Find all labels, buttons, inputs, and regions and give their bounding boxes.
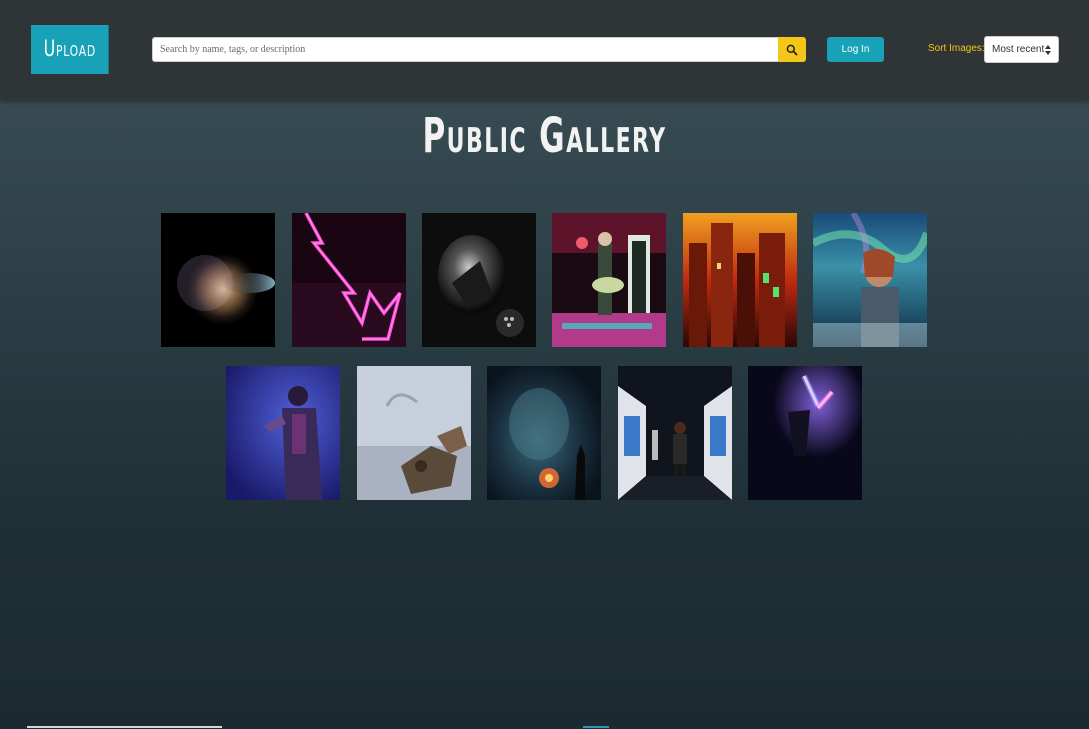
gallery-image-neon-arrow[interactable] xyxy=(292,213,406,347)
upload-button[interactable]: Upload xyxy=(31,25,109,74)
gallery-image-guitarist-stage[interactable] xyxy=(552,213,666,347)
gallery-image-red-city[interactable] xyxy=(683,213,797,347)
sort-select[interactable]: Most recent xyxy=(984,36,1059,63)
gallery-image-blue-figure[interactable] xyxy=(226,366,340,500)
scrollbar-accent xyxy=(583,726,609,728)
gallery-image-aurora-warrior[interactable] xyxy=(813,213,927,347)
sort-label: Sort Images: xyxy=(928,43,985,54)
login-button[interactable]: Log In xyxy=(827,37,884,62)
gallery-image-lightsaber[interactable] xyxy=(748,366,862,500)
sort-selected-value: Most recent xyxy=(992,44,1045,55)
search-button[interactable] xyxy=(778,37,806,62)
search-input[interactable] xyxy=(152,37,778,62)
gallery-image-foggy-robot[interactable] xyxy=(357,366,471,500)
gallery-image-hallway-figure[interactable] xyxy=(618,366,732,500)
search-bar xyxy=(152,37,806,62)
gallery-image-cave-fire[interactable] xyxy=(487,366,601,500)
gallery-image-eclipse[interactable] xyxy=(161,213,275,347)
top-navbar: Upload Log In Sort Images: Most recent xyxy=(0,0,1089,100)
search-icon xyxy=(786,44,798,56)
select-arrows-icon xyxy=(1045,45,1051,55)
scrollbar-indicator xyxy=(27,726,222,728)
page-title: Public Gallery xyxy=(422,108,667,164)
gallery-image-bw-concert[interactable] xyxy=(422,213,536,347)
